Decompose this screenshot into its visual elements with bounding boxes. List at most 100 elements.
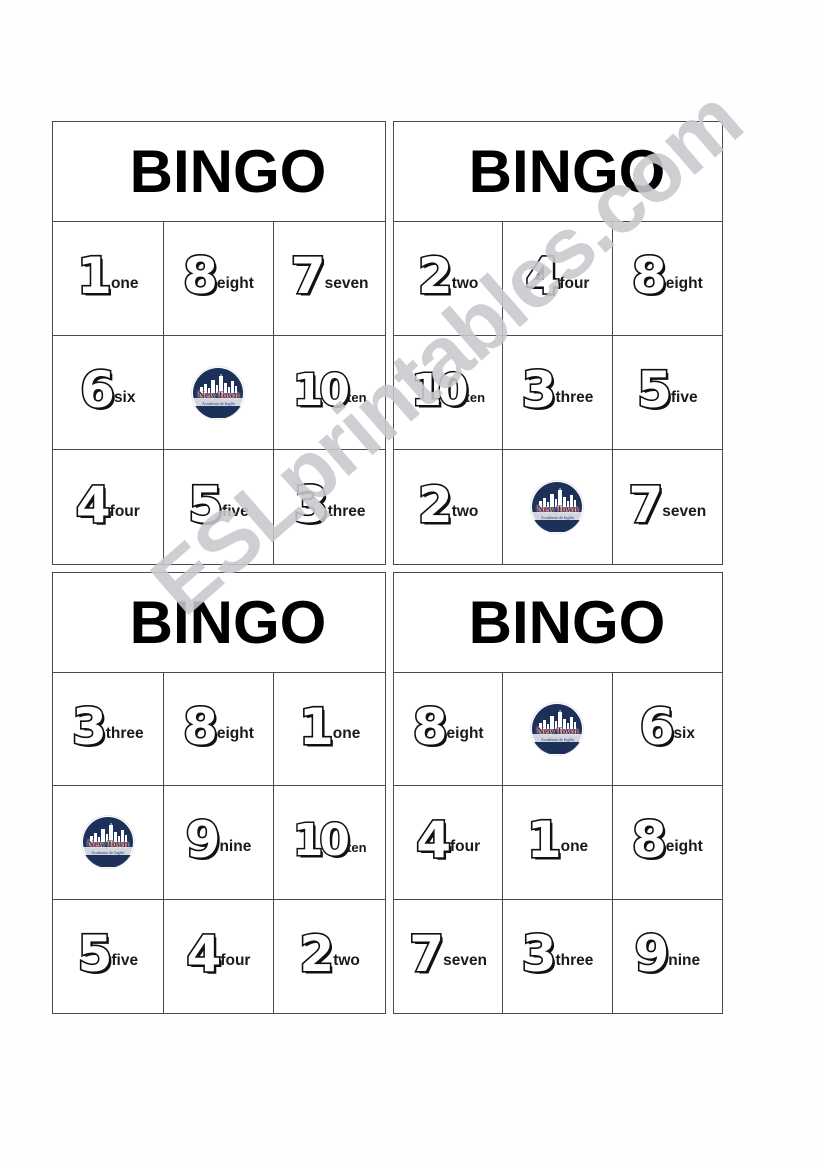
bingo-cell-number[interactable]: 7 seven (394, 899, 504, 1013)
bingo-cell-number[interactable]: 2 two (394, 450, 504, 564)
bingo-cell-number[interactable]: 5 five (53, 899, 164, 1013)
bingo-cell-number[interactable]: 8 eight (163, 222, 275, 336)
bingo-cell-free-space[interactable]: New Town Academia de Inglés (53, 786, 164, 900)
bingo-cell-number[interactable]: 4 four (53, 450, 164, 564)
cell-number: 3 (520, 924, 558, 983)
bingo-cell-number[interactable]: 7 seven (613, 450, 722, 564)
cell-number-word: eight (446, 725, 484, 743)
cell-number: 10 (410, 364, 470, 416)
number-word-pair: 7 seven (627, 475, 706, 534)
bingo-cell-number[interactable]: 4 four (394, 786, 504, 900)
bingo-cell-number[interactable]: 6 six (53, 336, 164, 450)
cell-number-word: ten (465, 390, 486, 406)
card-cell-grid: 8 eight New Town Academia de Inglés 6 six 4 fou… (394, 673, 722, 1013)
city-skyline-icon (200, 373, 238, 393)
bingo-cell-number[interactable]: 8 eight (612, 222, 722, 336)
bingo-cell-number[interactable]: 1 one (53, 222, 164, 336)
bingo-cell-number[interactable]: 5 five (612, 336, 722, 450)
cell-number-word: five (222, 503, 249, 520)
bingo-cell-number[interactable]: 7 seven (274, 222, 385, 336)
cell-number-word: eight (665, 838, 703, 856)
cell-number: 5 (76, 924, 114, 983)
cell-number-word: six (673, 725, 695, 743)
bingo-cell-number[interactable]: 2 two (394, 222, 504, 336)
cell-number-word: two (333, 952, 360, 970)
number-word-pair: 5 five (635, 361, 698, 419)
logo-subtitle-text: Academia de Inglés (91, 850, 125, 856)
cell-number: 4 (74, 475, 112, 534)
cell-number-word: six (113, 388, 136, 406)
bingo-cell-number[interactable]: 2 two (274, 900, 385, 1013)
cell-number: 7 (627, 475, 665, 534)
logo-subtitle-text: Academia de Inglés (540, 737, 575, 743)
cell-number-word: three (105, 725, 144, 743)
number-word-pair: 5 five (187, 478, 249, 531)
cell-number-word: eight (216, 725, 254, 743)
bingo-card-grid: BINGO 1 one 8 eight 7 seven 6 six New Town Academi… (0, 0, 821, 1161)
cell-number: 5 (635, 361, 673, 419)
cell-number: 8 (630, 810, 668, 869)
cell-number-word: five (670, 388, 698, 406)
bingo-card: BINGO 3 three 8 eight 1 one New Town Academia de… (52, 572, 386, 1014)
bingo-cell-number[interactable]: 10 ten (394, 336, 504, 450)
cell-number: 9 (633, 924, 671, 983)
cell-number: 9 (184, 810, 222, 869)
number-word-pair: 4 four (74, 475, 140, 534)
bingo-cell-number[interactable]: 3 three (274, 450, 385, 564)
number-word-pair: 3 three (520, 363, 593, 416)
cell-number: 1 (525, 810, 563, 869)
cell-number: 6 (79, 361, 117, 419)
bingo-cell-number[interactable]: 8 eight (612, 786, 722, 900)
bingo-card: BINGO 8 eight New Town Academia de Inglés 6 si… (393, 572, 723, 1014)
bingo-cell-number[interactable]: 1 one (274, 673, 385, 787)
cell-number: 3 (70, 697, 108, 756)
logo-subtitle-text: Academia de Inglés (540, 515, 575, 520)
cell-number: 7 (289, 247, 327, 305)
number-word-pair: 2 two (416, 478, 478, 531)
bingo-cell-number[interactable]: 9 nine (163, 786, 275, 900)
number-word-pair: 8 eight (181, 249, 253, 302)
bingo-cell-free-space[interactable]: New Town Academia de Inglés (503, 673, 613, 787)
number-word-pair: 3 three (70, 697, 144, 756)
cell-number: 4 (415, 810, 453, 869)
card-cell-grid: 3 three 8 eight 1 one New Town Academia de Ingl… (53, 673, 385, 1013)
cell-number-word: three (555, 952, 594, 970)
bingo-cell-number[interactable]: 3 three (53, 673, 164, 787)
bingo-cell-number[interactable]: 1 one (503, 786, 613, 900)
card-title: BINGO (53, 122, 385, 222)
new-town-logo-icon: New Town Academia de Inglés (531, 481, 584, 533)
bingo-cell-number[interactable]: 8 eight (394, 673, 504, 787)
bingo-cell-number[interactable]: 6 six (612, 673, 722, 787)
number-word-pair: 1 one (297, 700, 361, 753)
cell-number: 2 (298, 924, 336, 983)
bingo-cell-free-space[interactable]: New Town Academia de Inglés (163, 336, 275, 450)
cell-number-word: one (332, 725, 361, 743)
bingo-card: BINGO 1 one 8 eight 7 seven 6 six New Town Academi… (52, 121, 386, 565)
number-word-pair: 5 five (76, 924, 138, 983)
logo-bottom-arc (532, 742, 583, 755)
card-cell-grid: 2 two 4 four 8 eight 10 ten 3 three 5 five 2 two New T… (394, 222, 722, 564)
bingo-cell-number[interactable]: 9 nine (613, 900, 722, 1013)
number-word-pair: 4 four (185, 927, 251, 980)
cell-number: 6 (638, 697, 676, 756)
bingo-cell-number[interactable]: 5 five (164, 450, 275, 564)
bingo-cell-number[interactable]: 10 ten (274, 786, 385, 900)
bingo-cell-number[interactable]: 4 four (164, 899, 275, 1013)
bingo-cell-free-space[interactable]: New Town Academia de Inglés (503, 450, 613, 564)
new-town-logo-icon: New Town Academia de Inglés (81, 816, 134, 869)
bingo-cell-number[interactable]: 8 eight (163, 673, 275, 787)
cell-number-word: four (109, 503, 140, 520)
cell-number-word: three (327, 503, 366, 520)
number-word-pair: 8 eight (630, 810, 703, 869)
cell-number-word: ten (347, 390, 367, 406)
number-word-pair: 4 four (415, 810, 481, 869)
cell-number-word: nine (668, 952, 701, 970)
bingo-cell-number[interactable]: 10 ten (274, 336, 385, 450)
number-word-pair: 10 ten (291, 817, 366, 864)
number-word-pair: 2 two (298, 924, 360, 983)
number-word-pair: 6 six (79, 361, 136, 419)
bingo-cell-number[interactable]: 4 four (503, 222, 613, 336)
bingo-cell-number[interactable]: 3 three (503, 336, 613, 450)
bingo-cell-number[interactable]: 3 three (503, 899, 613, 1013)
cell-number: 2 (416, 247, 454, 305)
